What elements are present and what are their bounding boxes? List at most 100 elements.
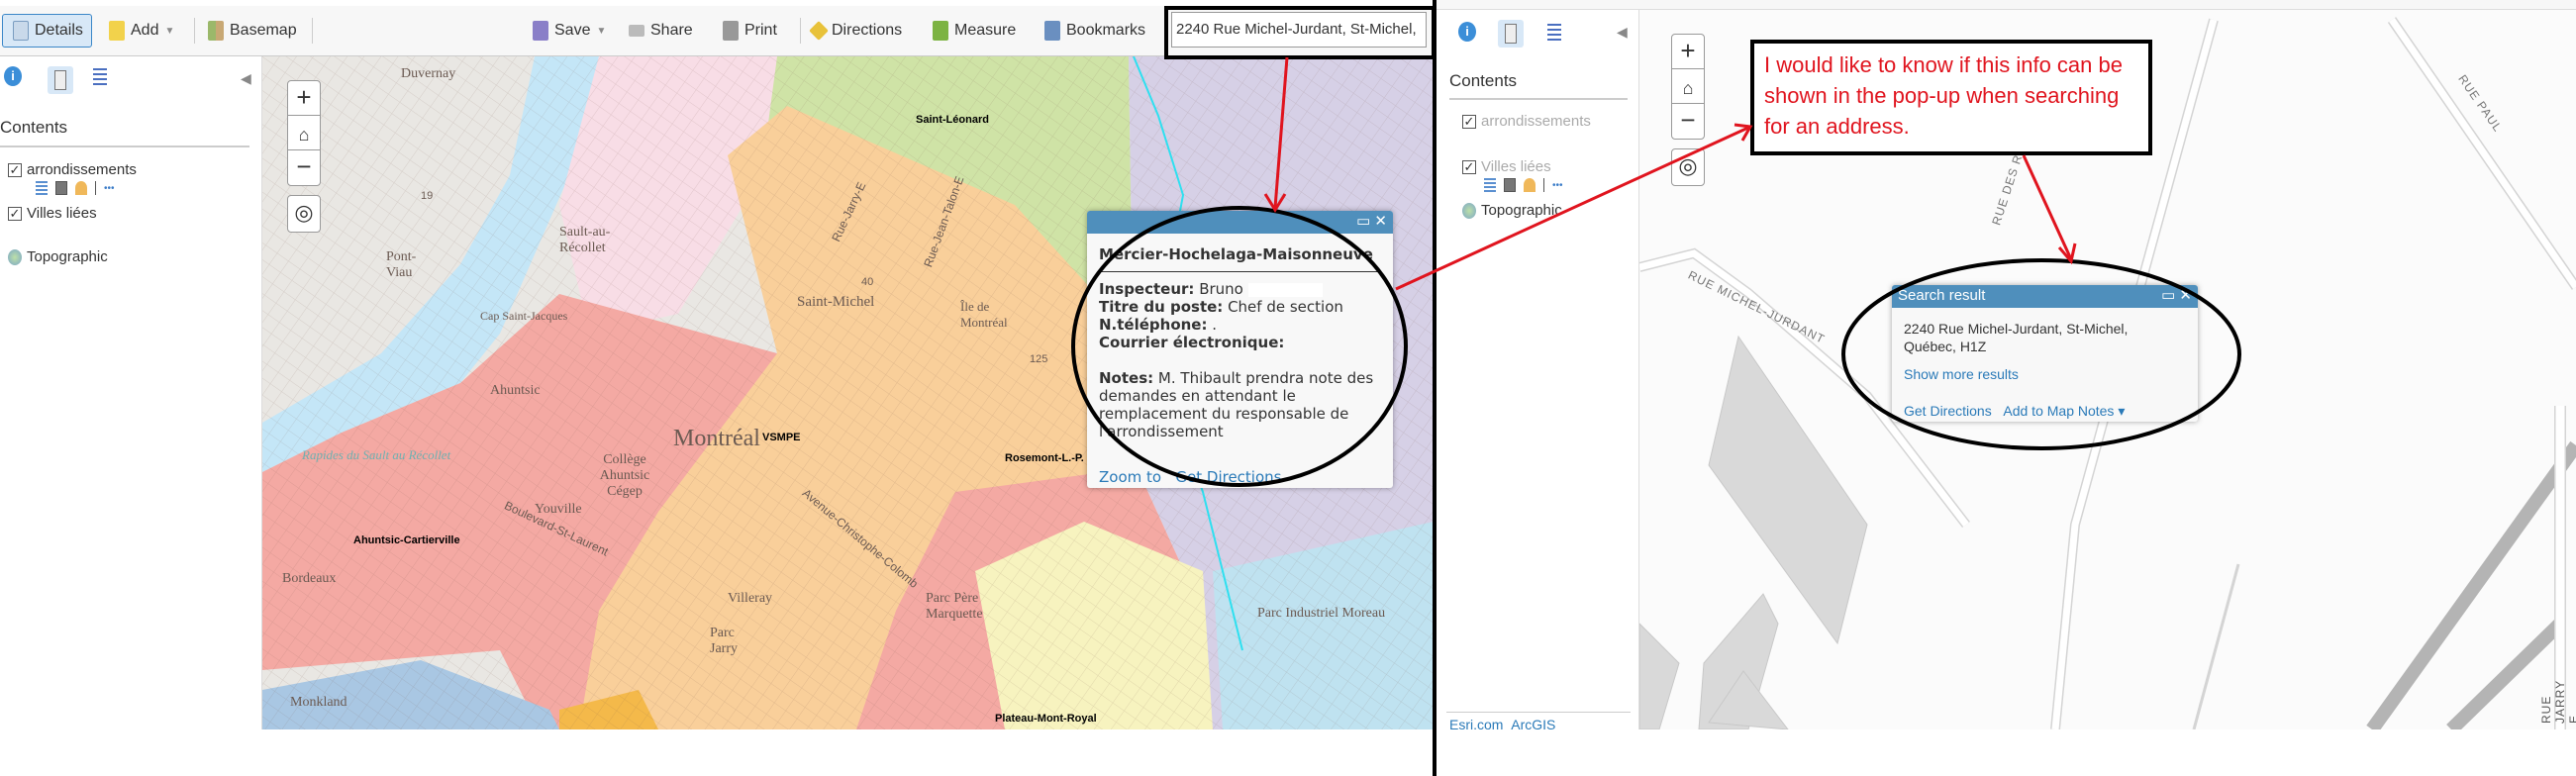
basemap-topographic[interactable]: Topographic (8, 248, 108, 265)
basemap-label: Topographic (1481, 202, 1562, 219)
checkbox[interactable]: ✓ (8, 206, 22, 221)
field-value: Chef de section (1228, 298, 1343, 316)
measure-icon (933, 21, 948, 41)
chevron-down-icon: ▼ (596, 25, 607, 37)
info-icon: i (1458, 22, 1476, 42)
bookmarks-button[interactable]: Bookmarks (1044, 14, 1145, 48)
details-button[interactable]: Details (2, 14, 92, 48)
zoom-controls: + ⌂ − (287, 80, 321, 186)
legend-icon[interactable] (36, 181, 48, 195)
collapse-panel-icon[interactable]: ◀ (241, 70, 251, 87)
home-button[interactable]: ⌂ (288, 116, 320, 150)
legend-tab[interactable] (93, 68, 119, 96)
content-icon (1505, 24, 1517, 44)
close-icon[interactable]: ✕ (2179, 287, 2192, 304)
checkbox[interactable]: ✓ (1462, 114, 1476, 129)
add-icon (109, 21, 125, 41)
style-icon[interactable] (75, 181, 87, 195)
arcgis-link[interactable]: ArcGIS (1511, 717, 1555, 732)
directions-button[interactable]: Directions (809, 14, 903, 48)
layer-villes-liees[interactable]: ✓ Villes liées (8, 205, 97, 222)
street-label: RUE JARRY E (2539, 680, 2576, 724)
about-tab[interactable]: i (1458, 22, 1484, 49)
directions-label: Directions (832, 22, 903, 39)
table-icon[interactable] (55, 181, 67, 195)
layer-arrondissements[interactable]: ✓ arrondissements (8, 161, 137, 178)
more-options-icon[interactable]: ••• (1552, 180, 1563, 191)
more-options-icon[interactable]: ••• (104, 183, 115, 194)
measure-label: Measure (954, 22, 1017, 39)
share-button[interactable]: Share (629, 14, 693, 48)
measure-button[interactable]: Measure (933, 14, 1016, 48)
layer-label: Villes liées (27, 205, 97, 222)
save-button[interactable]: Save ▼ (533, 14, 606, 48)
style-icon[interactable] (1524, 178, 1536, 192)
layer-arrondissements[interactable]: ✓ arrondissements (1462, 113, 1591, 130)
divider (1446, 712, 1631, 713)
details-label: Details (35, 22, 83, 39)
map-label: Parc Père Marquette (926, 591, 983, 622)
basemap-button[interactable]: Basemap (208, 14, 297, 48)
info-icon: i (4, 66, 22, 86)
checkbox[interactable]: ✓ (1462, 159, 1476, 174)
map-label: Ahuntsic-Cartierville (353, 534, 460, 546)
about-tab[interactable]: i (4, 66, 30, 94)
map-label: Cap Saint-Jacques (480, 309, 568, 323)
show-more-results-link[interactable]: Show more results (1904, 365, 2186, 383)
toolbar-strip (1437, 0, 2576, 10)
table-icon[interactable] (1504, 178, 1516, 192)
field-notes: Notes: M. Thibault prendra note des dema… (1099, 369, 1381, 440)
locate-button[interactable]: ◎ (287, 195, 321, 233)
legend-tab[interactable] (1547, 24, 1573, 51)
maximize-icon[interactable]: ▭ (1356, 213, 1370, 230)
maximize-icon[interactable]: ▭ (2161, 287, 2175, 304)
save-icon (533, 21, 548, 41)
close-icon[interactable]: ✕ (1374, 213, 1387, 230)
get-directions-link[interactable]: Get Directions (1904, 403, 1992, 419)
basemap-label: Topographic (27, 248, 108, 265)
checkbox[interactable]: ✓ (8, 162, 22, 177)
add-to-map-notes-link[interactable]: Add to Map Notes ▾ (2003, 403, 2125, 419)
zoom-out-button[interactable]: − (288, 150, 320, 185)
map-label: Monkland (290, 695, 347, 710)
highway-shield: 40 (861, 276, 874, 288)
layer-label: arrondissements (27, 161, 137, 178)
layer-villes-liees[interactable]: ✓ Villes liées (1462, 158, 1551, 175)
basemap-label: Basemap (230, 22, 297, 39)
basemap-topographic[interactable]: Topographic (1462, 202, 1562, 219)
map-label: Parc Industriel Moreau (1257, 606, 1386, 621)
zoom-in-button[interactable]: + (288, 81, 320, 116)
field-label: Titre du poste: (1099, 298, 1224, 316)
zoom-out-button[interactable]: − (1672, 104, 1704, 139)
divider (800, 18, 801, 44)
globe-icon (8, 248, 22, 265)
locate-button[interactable]: ◎ (1671, 148, 1705, 186)
search-input[interactable]: 2240 Rue Michel-Jurdant, St-Michel, (1171, 12, 1427, 48)
home-icon: ⌂ (298, 125, 310, 145)
add-button[interactable]: Add ▼ (109, 14, 174, 48)
layer-tools: ••• (1484, 178, 1563, 192)
directions-icon (809, 21, 829, 41)
zoom-controls: + ⌂ − (1671, 34, 1705, 140)
zoom-in-button[interactable]: + (1672, 35, 1704, 69)
bookmarks-label: Bookmarks (1066, 22, 1146, 39)
popup-title: Search result (1898, 287, 1986, 304)
building (1708, 335, 1868, 645)
save-label: Save (554, 22, 591, 39)
layer-label: Villes liées (1481, 158, 1551, 175)
content-tab[interactable] (1498, 20, 1524, 48)
road (2192, 563, 2240, 729)
home-button[interactable]: ⌂ (1672, 69, 1704, 104)
content-tab[interactable] (48, 66, 73, 94)
legend-icon[interactable] (1484, 178, 1496, 192)
print-button[interactable]: Print (723, 14, 777, 48)
popup-header: ▭ ✕ (1087, 211, 1393, 234)
esri-link[interactable]: Esri.com (1449, 717, 1503, 732)
details-panel-right: i ◀ Contents ✓ arrondissements ✓ Villes li… (1437, 10, 1639, 732)
collapse-panel-icon[interactable]: ◀ (1617, 24, 1628, 41)
zoom-to-link[interactable]: Zoom to (1099, 468, 1161, 486)
field-courriel: Courrier électronique: (1099, 334, 1381, 351)
globe-icon (1462, 202, 1476, 219)
get-directions-link[interactable]: Get Directions (1175, 468, 1281, 486)
field-inspecteur: Inspecteur: Bruno (1099, 280, 1381, 298)
